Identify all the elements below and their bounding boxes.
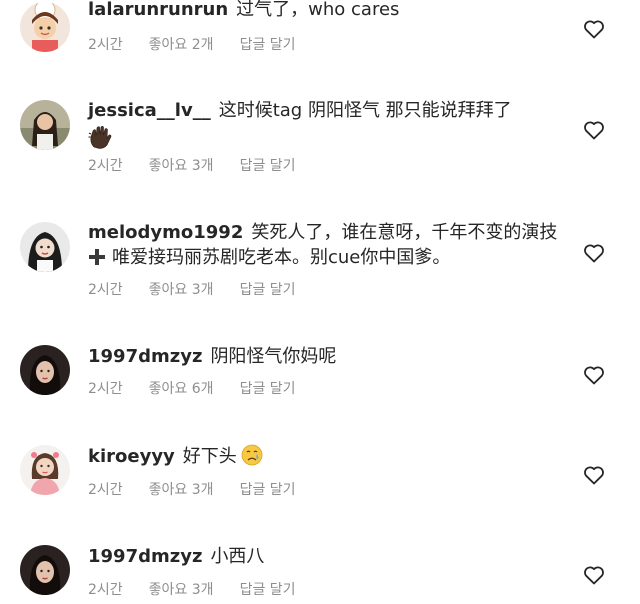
comment-body: 这时候tag 阴阳怪气 那只能说拜拜了 (218, 100, 512, 121)
comment-time: 2시간 (88, 282, 123, 298)
comment-text: 1997dmzyz 小西八 (88, 544, 558, 569)
heart-icon[interactable] (582, 463, 606, 487)
heart-icon[interactable] (582, 363, 606, 387)
comment-text: kiroeyyy 好下头 (88, 444, 558, 469)
comment-meta: 2시간 좋아요 3개 답글 달기 (88, 155, 322, 175)
comment-meta: 2시간 좋아요 6개 답글 달기 (88, 378, 322, 398)
like-count[interactable]: 좋아요 3개 (149, 482, 214, 498)
avatar[interactable] (20, 2, 70, 52)
like-count[interactable]: 좋아요 6개 (149, 381, 214, 397)
avatar[interactable] (20, 100, 70, 150)
comment-time: 2시간 (88, 158, 123, 174)
like-count[interactable]: 좋아요 3개 (149, 582, 214, 598)
comment-username[interactable]: 1997dmzyz (88, 546, 202, 567)
comment-time: 2시간 (88, 482, 123, 498)
reply-button[interactable]: 답글 달기 (240, 582, 296, 598)
crying-face-icon (241, 444, 263, 466)
comment-meta: 2시간 좋아요 3개 답글 달기 (88, 579, 322, 599)
heart-icon[interactable] (582, 563, 606, 587)
comment-username[interactable]: kiroeyyy (88, 446, 175, 467)
reply-button[interactable]: 답글 달기 (240, 381, 296, 397)
reply-button[interactable]: 답글 달기 (240, 482, 296, 498)
waving-hand-icon (88, 125, 112, 149)
like-count[interactable]: 좋아요 2개 (149, 37, 214, 53)
comment-body-line2: 唯爱接玛丽苏剧吃老本。别cue你中国爹。 (112, 247, 451, 268)
comment-meta: 2시간 좋아요 3개 답글 달기 (88, 479, 322, 499)
comment-body: 过气了，who cares (236, 0, 400, 20)
reply-button[interactable]: 답글 달기 (240, 158, 296, 174)
heart-icon[interactable] (582, 241, 606, 265)
heart-icon[interactable] (582, 118, 606, 142)
comment-time: 2시간 (88, 582, 123, 598)
comment-username[interactable]: jessica__lv__ (88, 100, 211, 121)
comment-body: 笑死人了，谁在意呀，千年不变的演技 (251, 222, 558, 243)
reply-button[interactable]: 답글 달기 (240, 282, 296, 298)
comment-text: lalarunrunrun 过气了，who cares (88, 0, 558, 22)
avatar[interactable] (20, 345, 70, 395)
comment-username[interactable]: melodymo1992 (88, 222, 243, 243)
avatar[interactable] (20, 222, 70, 272)
like-count[interactable]: 좋아요 3개 (149, 158, 214, 174)
comment-meta: 2시간 좋아요 2개 답글 달기 (88, 34, 322, 54)
heart-icon[interactable] (582, 17, 606, 41)
comment-body: 小西八 (210, 546, 265, 567)
avatar[interactable] (20, 545, 70, 595)
comment-text: melodymo1992 笑死人了，谁在意呀，千年不变的演技 唯爱接玛丽苏剧吃老本… (88, 220, 558, 270)
comment-body: 阴阳怪气你妈呢 (210, 346, 337, 367)
comment-body: 好下头 (182, 446, 237, 467)
plus-icon (89, 249, 105, 265)
comment-time: 2시간 (88, 381, 123, 397)
comment-username[interactable]: 1997dmzyz (88, 346, 202, 367)
avatar[interactable] (20, 445, 70, 495)
reply-button[interactable]: 답글 달기 (240, 37, 296, 53)
comment-text: jessica__lv__ 这时候tag 阴阳怪气 那只能说拜拜了 (88, 98, 558, 152)
comment-meta: 2시간 좋아요 3개 답글 달기 (88, 279, 322, 299)
like-count[interactable]: 좋아요 3개 (149, 282, 214, 298)
comment-time: 2시간 (88, 37, 123, 53)
comment-text: 1997dmzyz 阴阳怪气你妈呢 (88, 344, 558, 369)
comment-username[interactable]: lalarunrunrun (88, 0, 228, 20)
